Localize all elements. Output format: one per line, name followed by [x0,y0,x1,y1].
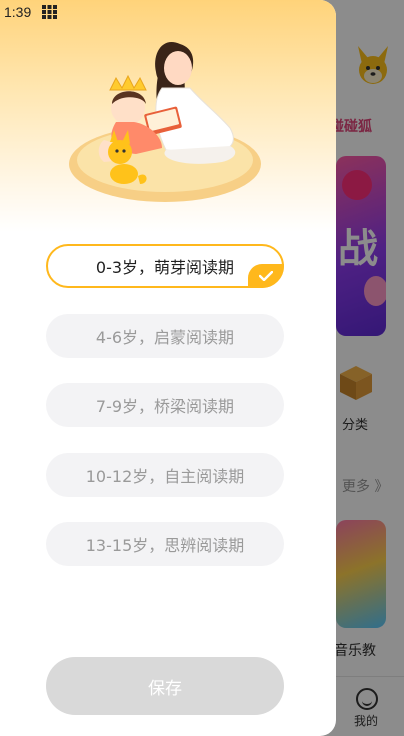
save-button[interactable]: 保存 [46,657,284,715]
option-0-3[interactable]: 0-3岁，萌芽阅读期 [46,244,284,288]
reading-stage-drawer: 1:39 0-3岁，萌芽阅读期 4-6岁，启蒙阅读期 7-9岁，桥梁阅读期 10… [0,0,336,736]
option-13-15[interactable]: 13-15岁，思辨阅读期 [46,522,284,566]
status-time: 1:39 [4,4,32,20]
option-7-9[interactable]: 7-9岁，桥梁阅读期 [46,383,284,427]
mother-child-reading-illustration [69,42,261,202]
grid-icon [42,5,57,19]
option-label: 10-12岁，自主阅读期 [85,466,245,486]
option-10-12[interactable]: 10-12岁，自主阅读期 [46,452,284,497]
option-label: 13-15岁，思辨阅读期 [85,536,245,555]
option-label: 4-6岁，启蒙阅读期 [95,327,235,347]
age-stage-options: 0-3岁，萌芽阅读期 4-6岁，启蒙阅读期 7-9岁，桥梁阅读期 10-12岁，… [46,244,284,592]
option-label: 0-3岁，萌芽阅读期 [95,258,235,277]
selected-check-icon [248,264,284,288]
option-4-6[interactable]: 4-6岁，启蒙阅读期 [46,313,284,358]
option-label: 7-9岁，桥梁阅读期 [95,397,235,416]
